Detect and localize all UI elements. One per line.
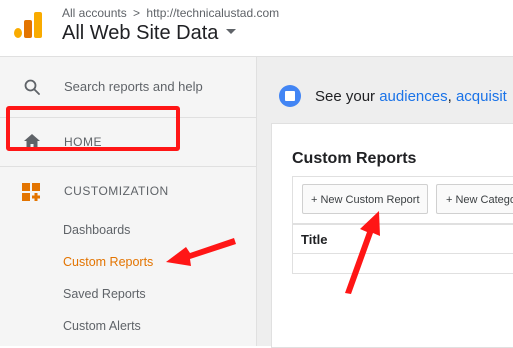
reports-table: Title — [292, 224, 513, 274]
search-icon — [24, 79, 40, 95]
sidebar-item-customization-label: CUSTOMIZATION — [64, 184, 169, 198]
search-input[interactable]: Search reports and help — [64, 79, 203, 94]
account-selector[interactable]: All Web Site Data — [62, 22, 237, 45]
sidebar-item-saved-reports[interactable]: Saved Reports — [63, 287, 146, 301]
reports-toolbar: + New Custom Report + New Catego — [292, 176, 513, 224]
breadcrumb-separator: > — [133, 6, 141, 20]
highlight-box — [6, 106, 180, 151]
audiences-link[interactable]: audiences — [379, 88, 447, 105]
breadcrumb-accounts[interactable]: All accounts — [62, 6, 127, 20]
notice-prefix: See your — [315, 88, 380, 105]
notice-icon — [279, 85, 301, 107]
table-row — [293, 253, 513, 254]
table-header-title[interactable]: Title — [301, 232, 328, 247]
top-header: All accounts > http://technicalustad.com… — [0, 0, 513, 57]
main-content: See your audiences, acquisit Custom Repo… — [257, 57, 513, 348]
notice-separator: , — [447, 88, 456, 105]
new-custom-report-button[interactable]: + New Custom Report — [302, 184, 428, 214]
page-title: Custom Reports — [292, 150, 417, 167]
sidebar-item-dashboards[interactable]: Dashboards — [63, 223, 130, 237]
new-category-button[interactable]: + New Catego — [436, 184, 513, 214]
custom-reports-card: Custom Reports + New Custom Report + New… — [271, 123, 513, 348]
breadcrumb-site[interactable]: http://technicalustad.com — [146, 6, 279, 20]
acquisition-link[interactable]: acquisit — [456, 88, 507, 105]
notice-banner: See your audiences, acquisit — [315, 88, 507, 105]
breadcrumb[interactable]: All accounts > http://technicalustad.com — [62, 6, 279, 20]
dropdown-caret-icon — [226, 29, 237, 35]
customization-icon — [22, 183, 40, 201]
account-name: All Web Site Data — [62, 22, 219, 44]
sidebar-item-custom-alerts[interactable]: Custom Alerts — [63, 319, 141, 333]
sidebar-item-custom-reports[interactable]: Custom Reports — [63, 255, 153, 269]
analytics-logo-icon[interactable] — [14, 12, 44, 38]
sidebar: Search reports and help HOME CUSTOMIZATI… — [0, 57, 257, 346]
sidebar-item-customization[interactable]: CUSTOMIZATION — [0, 167, 256, 215]
